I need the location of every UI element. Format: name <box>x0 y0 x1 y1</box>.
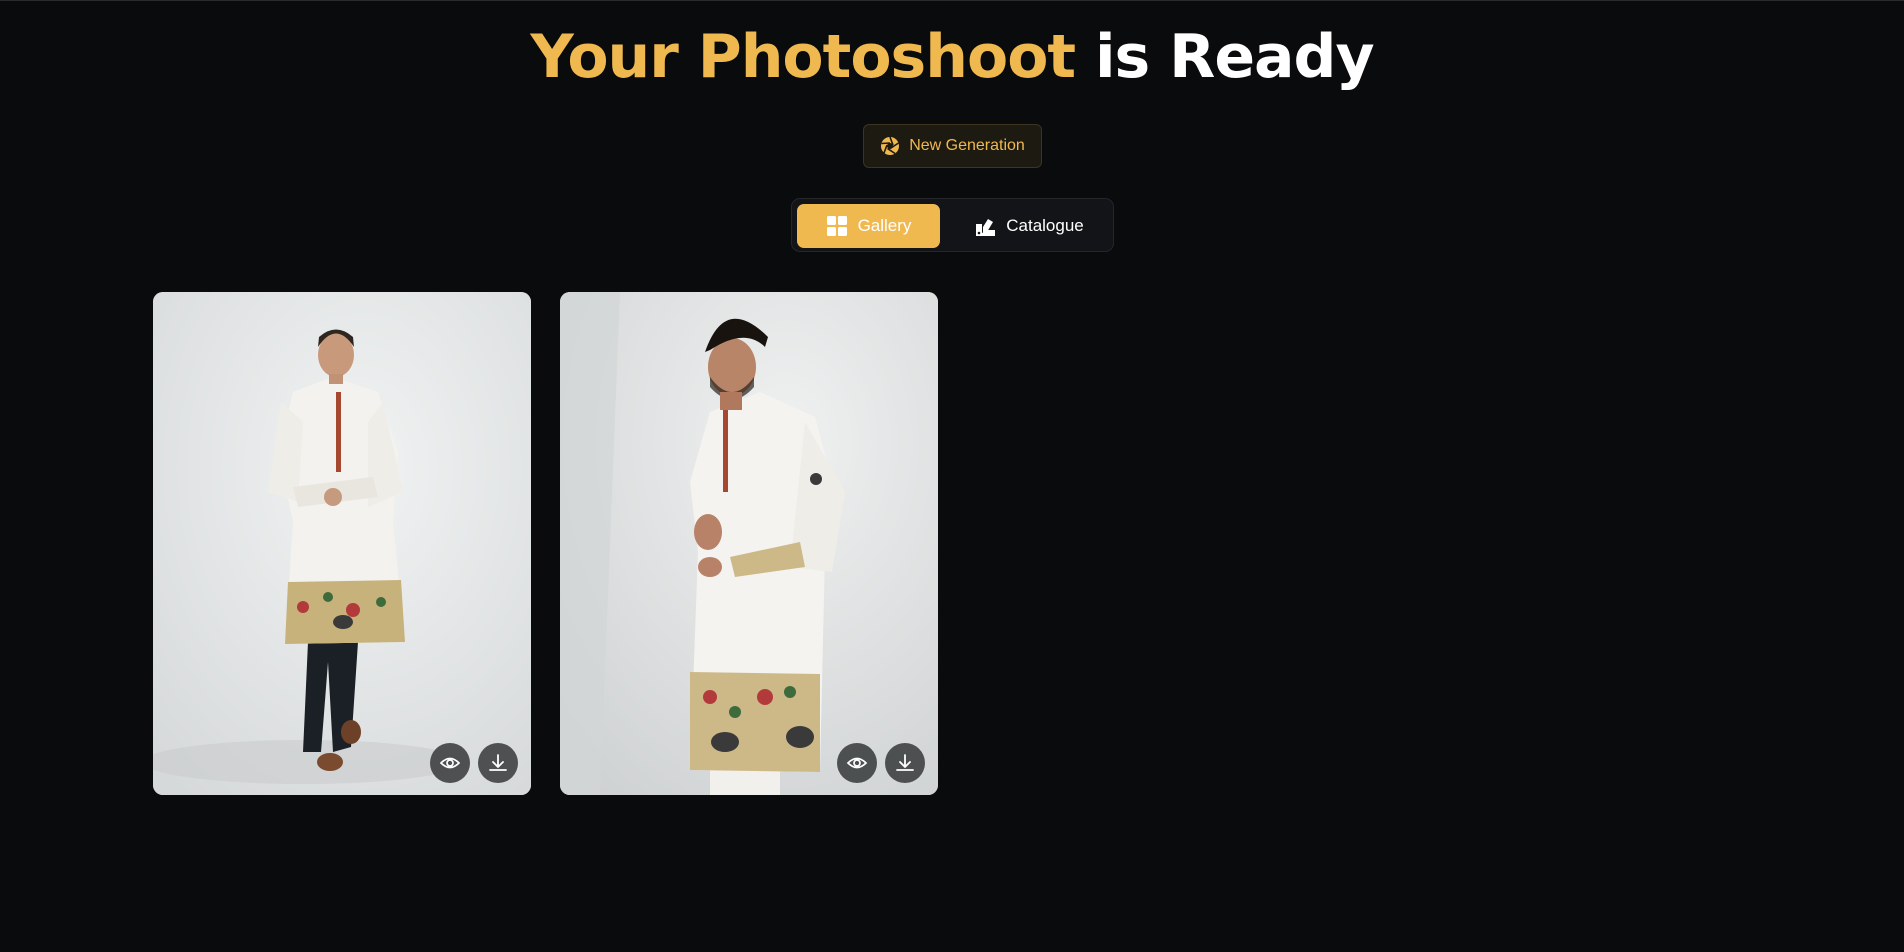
page-title: Your Photoshoot is Ready <box>0 19 1904 95</box>
tab-catalogue-label: Catalogue <box>1006 216 1084 235</box>
download-icon <box>896 754 914 771</box>
aperture-icon <box>881 136 900 155</box>
tab-catalogue[interactable]: Catalogue <box>950 204 1108 248</box>
gallery-card[interactable] <box>560 292 938 795</box>
photo-image <box>560 292 938 795</box>
view-toggle: Gallery Catalogue <box>791 198 1114 252</box>
gallery-card[interactable] <box>153 292 531 795</box>
photo-image <box>153 292 531 795</box>
tab-gallery-label: Gallery <box>857 216 912 235</box>
grid-icon <box>826 216 847 236</box>
view-button[interactable] <box>837 743 877 783</box>
download-button[interactable] <box>478 743 518 783</box>
catalogue-icon <box>976 219 996 236</box>
new-generation-button[interactable]: New Generation <box>863 124 1042 168</box>
eye-icon <box>846 757 868 769</box>
new-generation-label: New Generation <box>909 137 1025 154</box>
view-button[interactable] <box>430 743 470 783</box>
page-title-rest: is Ready <box>1094 22 1375 92</box>
page-title-accent: Your Photoshoot <box>530 22 1076 92</box>
tab-gallery[interactable]: Gallery <box>797 204 940 248</box>
download-icon <box>489 754 507 771</box>
photoshoot-page: Your Photoshoot is Ready New Generation <box>0 0 1904 952</box>
eye-icon <box>439 757 461 769</box>
download-button[interactable] <box>885 743 925 783</box>
